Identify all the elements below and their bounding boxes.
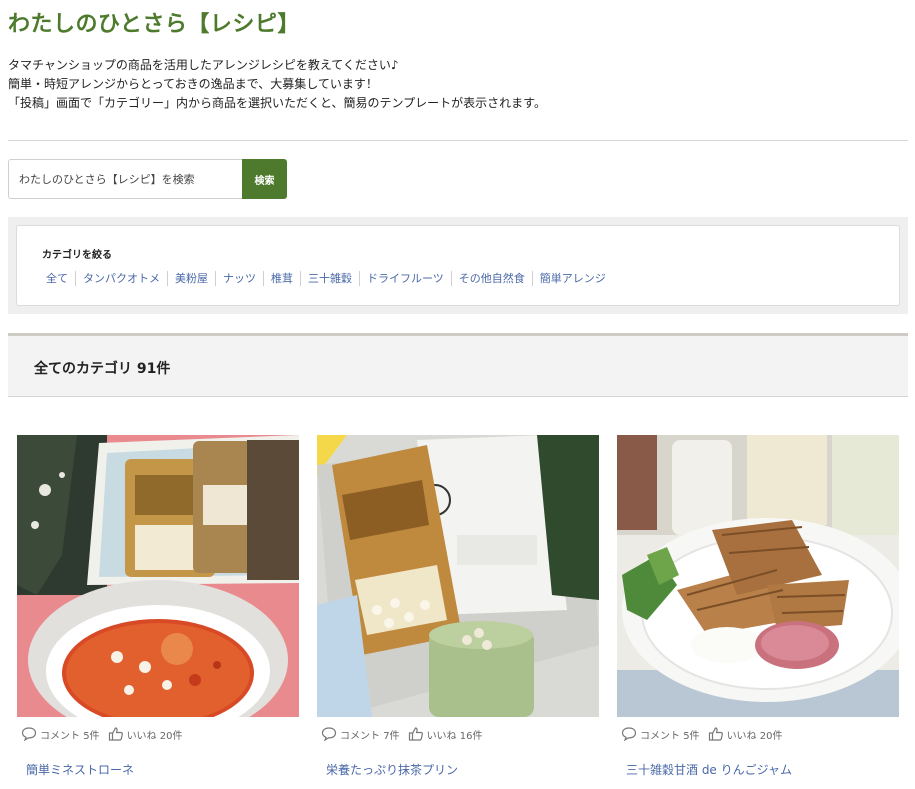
- divider: [8, 140, 908, 141]
- like-label: いいね 16件: [426, 730, 483, 742]
- comment-count: 5件: [683, 730, 700, 742]
- category-link-thirty-grains[interactable]: 三十雑穀: [300, 271, 359, 286]
- category-link-all[interactable]: 全て: [39, 271, 75, 286]
- page-title: わたしのひとさら【レシピ】: [8, 12, 300, 37]
- category-link-tanpaku-otome[interactable]: タンパクオトメ: [75, 271, 167, 286]
- speech-bubble-icon: [621, 726, 637, 742]
- like-label: いいね 20件: [726, 730, 783, 742]
- card-meta: コメント 5件 いいね 20件: [617, 717, 899, 751]
- recipe-photo-waffle-jam[interactable]: [617, 435, 899, 717]
- like-count: 20件: [759, 730, 783, 742]
- intro-line: 「投稿」画面で「カテゴリー」内から商品を選択いただくと、簡易のテンプレートが表示…: [8, 96, 546, 110]
- recipe-title-link[interactable]: 簡単ミネストローネ: [17, 761, 299, 778]
- filter-heading: カテゴリを絞る: [42, 250, 112, 261]
- comment-label: コメント 5件: [40, 730, 100, 742]
- recipe-photo-matcha-pudding[interactable]: [317, 435, 599, 717]
- category-link-bifunya[interactable]: 美粉屋: [167, 271, 215, 286]
- result-count-title: 全てのカテゴリ 91件: [34, 361, 171, 377]
- search-button[interactable]: 検索: [242, 159, 287, 199]
- speech-bubble-icon: [321, 726, 337, 742]
- thumbs-up-icon: [108, 726, 124, 742]
- intro-line: タマチャンショップの商品を活用したアレンジレシピを教えてください♪: [8, 58, 399, 72]
- category-link-shiitake[interactable]: 椎茸: [263, 271, 300, 286]
- like-label: いいね 20件: [126, 730, 183, 742]
- intro-line: 簡単・時短アレンジからとっておきの逸品まで、大募集しています！: [8, 77, 378, 91]
- recipe-card: コメント 7件 いいね 16件 栄養たっぷり抹茶プリン: [317, 435, 599, 778]
- recipe-photo-minestrone[interactable]: [17, 435, 299, 717]
- recipe-title-link[interactable]: 三十雑穀甘酒 de りんごジャム: [617, 761, 899, 778]
- speech-bubble-icon: [21, 726, 37, 742]
- card-meta: コメント 5件 いいね 20件: [17, 717, 299, 751]
- comment-count: 5件: [83, 730, 100, 742]
- category-link-other-natural-food[interactable]: その他自然食: [450, 271, 532, 286]
- like-count: 16件: [459, 730, 483, 742]
- category-link-easy-arrange[interactable]: 簡単アレンジ: [531, 271, 613, 286]
- result-header: 全てのカテゴリ 91件: [8, 333, 908, 397]
- category-filter-panel: カテゴリを絞る 全て タンパクオトメ 美粉屋 ナッツ 椎茸 三十雑穀 ドライフル…: [8, 217, 908, 314]
- recipe-card: コメント 5件 いいね 20件 簡単ミネストローネ: [17, 435, 299, 778]
- card-meta: コメント 7件 いいね 16件: [317, 717, 599, 751]
- category-filter-box: カテゴリを絞る 全て タンパクオトメ 美粉屋 ナッツ 椎茸 三十雑穀 ドライフル…: [16, 225, 900, 306]
- comment-label: コメント 5件: [640, 730, 700, 742]
- category-link-nuts[interactable]: ナッツ: [215, 271, 263, 286]
- search-form: 検索: [8, 159, 287, 199]
- recipe-title-link[interactable]: 栄養たっぷり抹茶プリン: [317, 761, 599, 778]
- intro-text: タマチャンショップの商品を活用したアレンジレシピを教えてください♪ 簡単・時短ア…: [8, 56, 546, 113]
- search-input[interactable]: [8, 159, 242, 199]
- category-link-dried-fruit[interactable]: ドライフルーツ: [359, 271, 451, 286]
- comment-label: コメント 7件: [340, 730, 400, 742]
- comment-count: 7件: [383, 730, 400, 742]
- like-count: 20件: [159, 730, 183, 742]
- thumbs-up-icon: [408, 726, 424, 742]
- category-list: 全て タンパクオトメ 美粉屋 ナッツ 椎茸 三十雑穀 ドライフルーツ その他自然…: [39, 271, 613, 286]
- thumbs-up-icon: [708, 726, 724, 742]
- recipe-card: コメント 5件 いいね 20件 三十雑穀甘酒 de りんごジャム: [617, 435, 899, 778]
